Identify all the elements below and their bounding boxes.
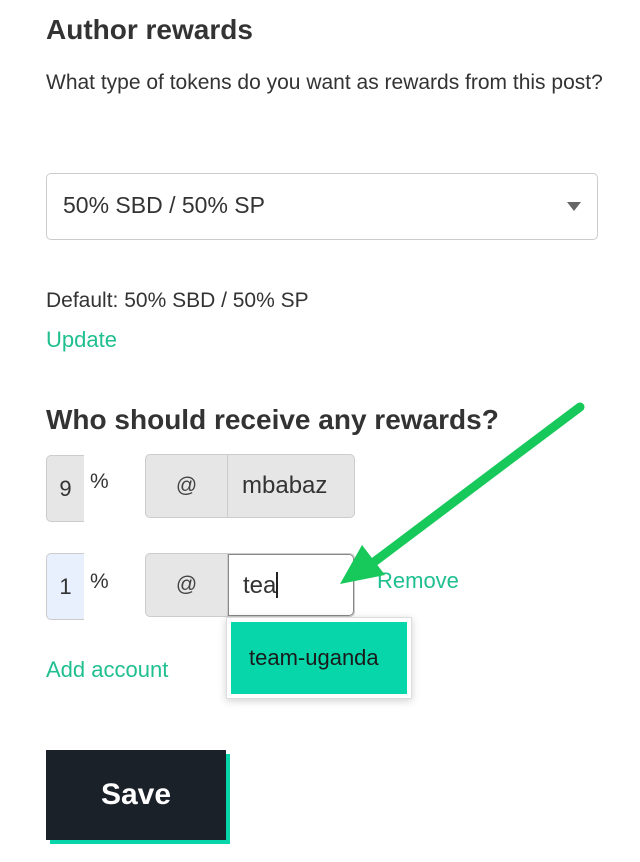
annotation-arrow-icon xyxy=(340,402,585,584)
